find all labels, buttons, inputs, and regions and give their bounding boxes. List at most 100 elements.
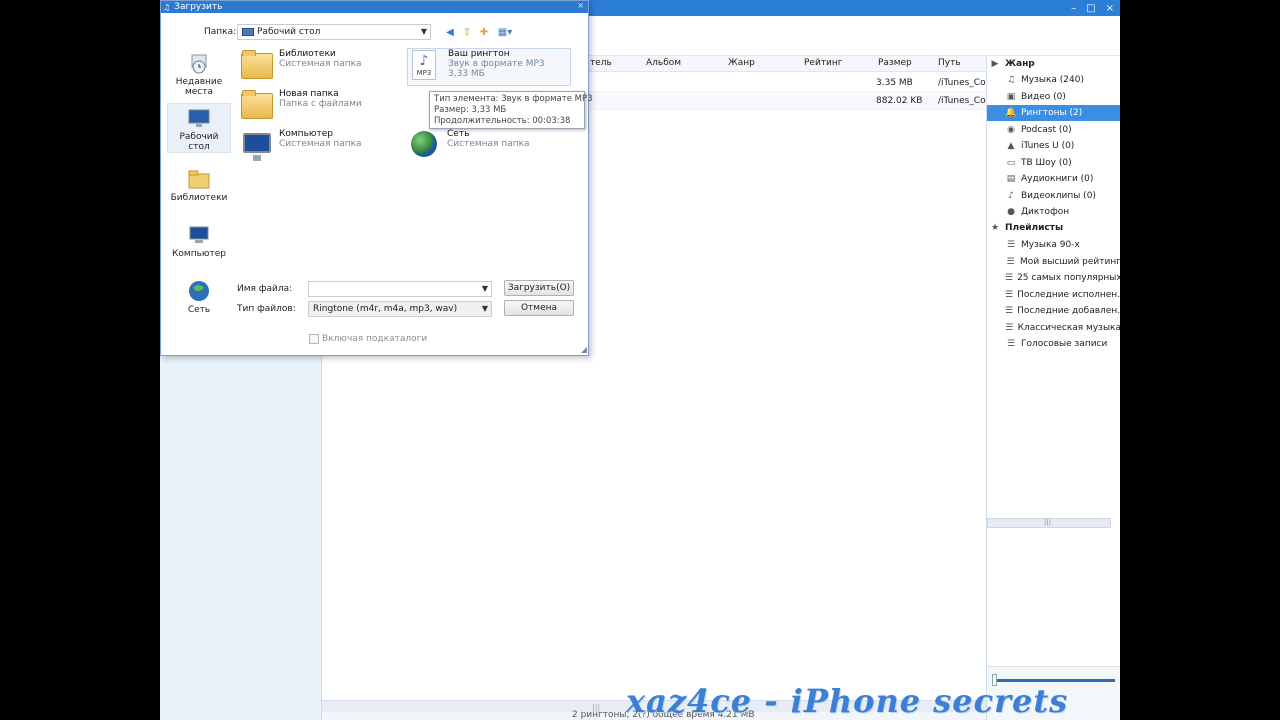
dialog-title: Загрузить xyxy=(174,2,223,12)
network-globe-icon xyxy=(189,281,209,301)
library-item[interactable]: 🔔 Рингтоны (2) xyxy=(987,105,1120,121)
col-size[interactable]: Размер xyxy=(878,58,912,68)
playlist-item[interactable]: ☰ Последние исполнен... xyxy=(987,287,1120,303)
chevron-down-icon[interactable]: ▼ xyxy=(482,304,488,313)
playlist-icon: ☰ xyxy=(1006,256,1015,267)
desktop-icon xyxy=(242,28,254,36)
star-icon: ★ xyxy=(990,223,1000,233)
row-size: 3.35 MB xyxy=(876,78,913,88)
folder-icon xyxy=(239,49,275,81)
library-item-label: Видеоклипы (0) xyxy=(1021,190,1096,201)
library-item-label: Podcast (0) xyxy=(1021,124,1072,135)
playlist-item[interactable]: ☰ Последние добавлен... xyxy=(987,303,1120,319)
col-artist[interactable]: тель xyxy=(590,58,612,68)
library-item-label: Диктофон xyxy=(1021,207,1070,217)
network-globe-icon xyxy=(407,129,443,161)
library-item-label: Видео (0) xyxy=(1021,91,1066,102)
minimize-icon[interactable]: – xyxy=(1071,3,1076,14)
playlist-item[interactable]: ☰ Музыка 90-х xyxy=(987,237,1120,253)
open-button[interactable]: Загрузить(O) xyxy=(504,280,574,296)
playlist-icon: ☰ xyxy=(1006,240,1016,250)
library-item[interactable]: ◉ Podcast (0) xyxy=(987,122,1120,138)
mp3-file-icon: ♪ MP3 xyxy=(408,49,444,81)
playlists-header[interactable]: ★ Плейлисты xyxy=(987,220,1120,236)
close-icon[interactable]: × xyxy=(577,1,584,10)
library-panel: ▶ Жанр ♫ Музыка (240) ▣ Видео (0) 🔔 Рингтоны (… xyxy=(986,56,1120,720)
file-item-network[interactable]: Сеть Системная папка xyxy=(407,129,557,161)
library-item[interactable]: ♫ Музыка (240) xyxy=(987,72,1120,88)
playlist-icon: ☰ xyxy=(1006,339,1016,349)
checkbox-box[interactable] xyxy=(309,334,319,344)
library-item[interactable]: ▤ Аудиокниги (0) xyxy=(987,171,1120,187)
file-item-libraries[interactable]: Библиотеки Системная папка xyxy=(239,49,389,81)
libraries-icon xyxy=(188,170,210,189)
up-folder-icon[interactable]: ⇧ xyxy=(460,25,474,39)
scroll-grip-icon: ||| xyxy=(1044,518,1052,526)
video-icon: ▣ xyxy=(1006,91,1016,102)
chevron-down-icon[interactable]: ▼ xyxy=(421,27,427,36)
playlist-item[interactable]: ☰ Классическая музыка xyxy=(987,320,1120,336)
library-item-label: ТВ Шоу (0) xyxy=(1021,157,1072,168)
playlist-label: Музыка 90-х xyxy=(1021,240,1080,250)
graduation-cap-icon: ▲ xyxy=(1007,141,1015,151)
place-computer[interactable]: Компьютер xyxy=(167,221,231,263)
panel-scrollbar[interactable]: ||| xyxy=(987,518,1111,528)
folder-label: Папка: xyxy=(204,27,237,37)
include-subfolders-checkbox[interactable]: Включая подкаталоги xyxy=(309,334,427,344)
row-size: 882.02 KB xyxy=(876,96,923,106)
microphone-icon: ● xyxy=(1007,207,1015,217)
place-libraries[interactable]: Библиотеки xyxy=(167,165,231,207)
playlist-label: Мой высший рейтинг xyxy=(1020,256,1120,267)
genre-header[interactable]: ▶ Жанр xyxy=(987,56,1120,72)
music-video-icon: ♪ xyxy=(1008,190,1014,201)
folder-combo[interactable]: Рабочий стол ▼ xyxy=(237,24,431,40)
recent-places-icon xyxy=(191,54,207,74)
playlist-icon: ☰ xyxy=(1005,306,1014,316)
library-item[interactable]: ▣ Видео (0) xyxy=(987,89,1120,105)
place-desktop[interactable]: Рабочий стол xyxy=(167,103,231,153)
tv-icon: ▭ xyxy=(1006,157,1016,168)
playlist-item[interactable]: ☰ Голосовые записи xyxy=(987,336,1120,352)
col-genre[interactable]: Жанр xyxy=(728,58,755,68)
resize-grip-icon[interactable]: ◢ xyxy=(581,345,587,354)
library-item[interactable]: ● Диктофон xyxy=(987,204,1120,220)
playlist-label: Классическая музыка xyxy=(1017,322,1120,333)
place-network[interactable]: Сеть xyxy=(167,277,231,315)
playlist-icon: ☰ xyxy=(1005,273,1014,283)
filename-input[interactable]: ▼ xyxy=(308,281,492,297)
folder-value: Рабочий стол xyxy=(257,27,321,37)
places-bar: Недавние места Рабочий стол Библиотеки К… xyxy=(167,45,231,315)
place-recent[interactable]: Недавние места xyxy=(167,49,231,99)
watermark: xaz4ce - iPhone secrets xyxy=(626,682,1069,720)
new-folder-icon[interactable]: ✚ xyxy=(477,25,491,39)
app-icon: ♫ xyxy=(163,2,171,12)
desktop-icon xyxy=(188,109,210,127)
col-rating[interactable]: Рейтинг xyxy=(804,58,843,68)
library-item[interactable]: ▭ ТВ Шоу (0) xyxy=(987,155,1120,171)
computer-icon xyxy=(189,226,209,243)
playlist-item[interactable]: ☰ Мой высший рейтинг xyxy=(987,254,1120,270)
file-item-computer[interactable]: Компьютер Системная папка xyxy=(239,129,389,161)
open-file-dialog: ♫ Загрузить × Папка: Рабочий стол ▼ ◀ ⇧ … xyxy=(160,0,593,356)
library-item-label: Рингтоны (2) xyxy=(1021,108,1083,118)
file-item-ringtone[interactable]: ♪ MP3 Ваш рингтон Звук в формате MP3 3,33 М… xyxy=(407,48,571,86)
expand-icon[interactable]: ▶ xyxy=(989,58,1001,70)
col-album[interactable]: Альбом xyxy=(646,58,681,68)
view-menu-icon[interactable]: ▦▾ xyxy=(495,25,515,39)
col-path[interactable]: Путь xyxy=(938,58,961,68)
filetype-select[interactable]: Ringtone (m4r, m4a, mp3, wav) ▼ xyxy=(308,301,492,317)
podcast-icon: ◉ xyxy=(1007,124,1015,135)
back-icon[interactable]: ◀ xyxy=(443,25,457,39)
close-icon[interactable]: × xyxy=(1106,3,1114,14)
playlist-item[interactable]: ☰ 25 самых популярных xyxy=(987,270,1120,286)
playlist-icon: ☰ xyxy=(1005,289,1014,300)
music-note-icon: ♫ xyxy=(1006,75,1016,85)
chevron-down-icon[interactable]: ▼ xyxy=(482,284,488,293)
library-item[interactable]: ♪ Видеоклипы (0) xyxy=(987,188,1120,204)
playlist-label: Голосовые записи xyxy=(1021,339,1108,349)
maximize-icon[interactable]: □ xyxy=(1086,3,1095,14)
library-item[interactable]: ▲ iTunes U (0) xyxy=(987,138,1120,154)
file-item-new-folder[interactable]: Новая папка Папка с файлами xyxy=(239,89,389,121)
cancel-button[interactable]: Отмена xyxy=(504,300,574,316)
dialog-titlebar: ♫ Загрузить × xyxy=(161,1,588,13)
